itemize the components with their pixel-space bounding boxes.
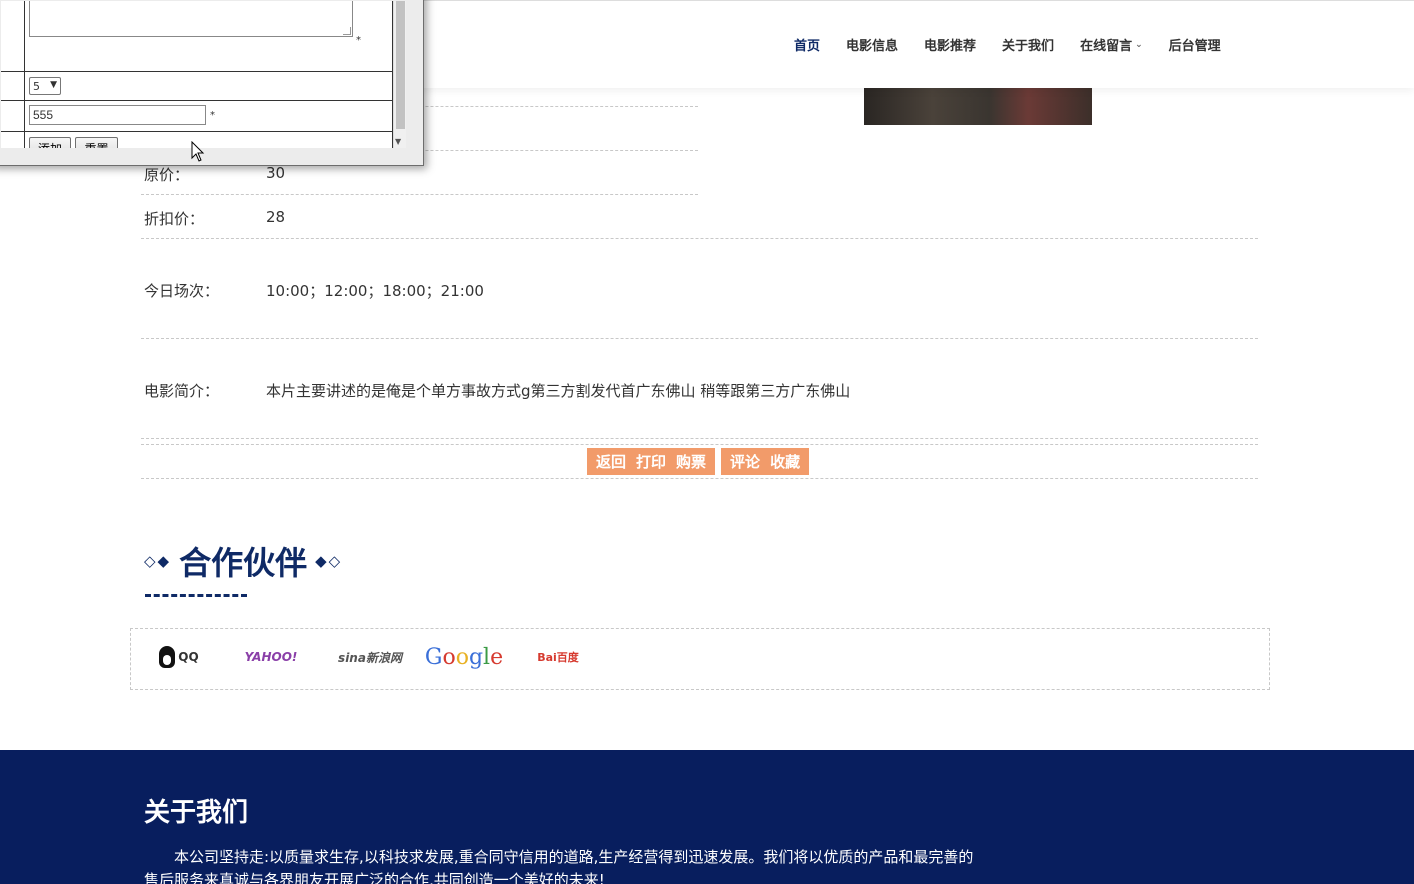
nav-movie-info[interactable]: 电影信息 [846,35,898,54]
add-button[interactable]: 添加 [29,137,71,148]
google-logo-text: Google [424,644,504,670]
resize-grip-icon[interactable] [343,27,351,35]
main-nav: 首页 电影信息 电影推荐 关于我们 在线留言 ⌄ 后台管理 [794,35,1247,54]
form-label-cell [1,132,25,148]
action-bar: 返回 打印 购票 评论 收藏 [587,448,815,475]
sina-logo[interactable]: sina新浪网 [335,641,405,673]
diamond-icon: ◆◇ [315,552,343,570]
form-value-cell: 5 ▼ [25,72,393,100]
qq-logo[interactable]: QQ [149,641,209,673]
yahoo-logo[interactable]: YAHOO! [241,641,301,673]
form-row-input: 555 * [1,101,393,132]
synopsis-value: 本片主要讲述的是俺是个单方事故方式g第三方割发代首广东佛山 稍等跟第三方广东佛山 [266,382,851,400]
original-price-label: 原价： [144,166,190,184]
showtimes-label: 今日场次： [144,282,220,300]
discount-price-label: 折扣价： [144,210,205,228]
row-divider [141,438,1258,439]
row-divider [141,338,1258,339]
nav-about-us-label: 关于我们 [1002,39,1055,54]
yahoo-logo-text: YAHOO! [244,650,298,664]
popup-scrollbar[interactable]: ▼ [393,1,406,148]
nav-movie-recommend-label: 电影推荐 [924,39,977,54]
partners-logo-strip: QQ YAHOO! sina新浪网 Google Bai百度 [130,628,1270,690]
partners-heading: ◇◆ 合作伙伴 ◆◇ [144,538,350,584]
google-logo[interactable]: Google [425,641,503,673]
mouse-cursor-icon [191,141,205,162]
required-mark: * [210,110,215,121]
original-price-value: 30 [266,164,286,182]
comment-button[interactable]: 评论 [725,451,765,472]
nav-home[interactable]: 首页 [794,35,820,54]
form-value-cell: 添加 重置 [25,132,393,148]
nav-online-message-label: 在线留言 [1080,39,1133,54]
form-value-cell: 555 * [25,101,393,131]
buy-ticket-button[interactable]: 购票 [671,451,711,472]
row-divider [141,444,1258,445]
chevron-down-icon: ▼ [50,80,57,90]
form-label-cell [1,72,25,100]
action-group-primary: 返回 打印 购票 [587,448,716,475]
partners-title: 合作伙伴 [179,544,308,582]
row-divider [141,238,1258,239]
nav-admin[interactable]: 后台管理 [1169,35,1221,54]
favorite-button[interactable]: 收藏 [765,451,805,472]
nav-online-message[interactable]: 在线留言 ⌄ [1080,35,1143,54]
action-group-secondary: 评论 收藏 [721,448,810,475]
site-footer: 关于我们 本公司坚持走:以质量求生存,以科技求发展,重合同守信用的道路,生产经营… [0,750,1414,884]
required-mark: * [356,35,361,46]
popup-form-table: * 5 ▼ 555 * [1,1,393,148]
baidu-logo[interactable]: Bai百度 [533,641,583,673]
footer-title: 关于我们 [144,798,249,828]
popup-window: * 5 ▼ 555 * ▼ [0,0,424,166]
row-divider [141,194,698,195]
penguin-icon [159,646,176,668]
rating-select-value: 5 [33,79,40,93]
qq-logo-text: QQ [178,650,199,664]
back-button[interactable]: 返回 [591,451,631,472]
form-label-cell [1,101,25,131]
text-input[interactable]: 555 [29,105,206,125]
partners-underline [145,594,247,597]
discount-price-value: 28 [266,208,286,226]
print-button[interactable]: 打印 [631,451,671,472]
form-value-cell: * [25,1,393,71]
chevron-down-icon: ⌄ [1135,39,1143,50]
nav-movie-recommend[interactable]: 电影推荐 [924,35,976,54]
text-input-value: 555 [33,108,54,122]
reset-button[interactable]: 重置 [75,137,118,148]
nav-home-label: 首页 [794,39,821,54]
sina-logo-text: sina新浪网 [338,650,402,665]
nav-about-us[interactable]: 关于我们 [1002,35,1054,54]
row-divider [141,478,1258,479]
diamond-icon: ◇◆ [144,552,172,570]
comment-textarea[interactable] [29,1,353,37]
footer-about-text: 本公司坚持走:以质量求生存,以科技求发展,重合同守信用的道路,生产经营得到迅速发… [144,848,974,884]
rating-select[interactable]: 5 ▼ [29,77,61,95]
synopsis-label: 电影简介： [144,382,220,400]
form-row-textarea: * [1,1,393,72]
baidu-logo-text: Bai百度 [537,651,579,664]
popup-content: * 5 ▼ 555 * ▼ [1,1,406,148]
showtimes-value: 10:00；12:00；18:00；21:00 [266,282,484,300]
scrollbar-thumb[interactable] [396,1,405,129]
scroll-down-arrow-icon[interactable]: ▼ [395,137,401,146]
form-label-cell [1,1,25,71]
nav-admin-label: 后台管理 [1168,39,1221,54]
page: 首页 电影信息 电影推荐 关于我们 在线留言 ⌄ 后台管理 原价： 30 折扣价：… [0,0,1414,884]
form-row-select: 5 ▼ [1,72,393,101]
nav-movie-info-label: 电影信息 [846,39,899,54]
